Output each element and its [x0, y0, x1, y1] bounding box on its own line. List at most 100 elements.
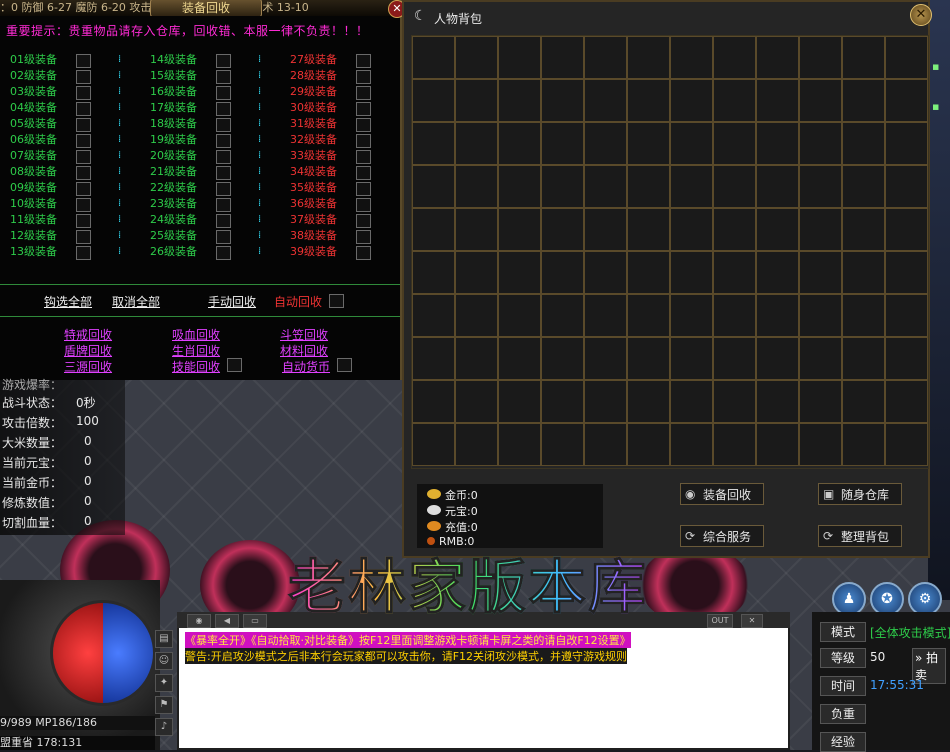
- equipment-level-checkbox[interactable]: [76, 54, 91, 68]
- sort-bag-button[interactable]: ⟳ 整理背包: [818, 525, 902, 547]
- equipment-level-checkbox[interactable]: [216, 214, 231, 228]
- bag-slot[interactable]: [412, 251, 455, 294]
- bag-slot[interactable]: [584, 423, 627, 466]
- bag-slot[interactable]: [756, 36, 799, 79]
- bag-slot[interactable]: [455, 122, 498, 165]
- equipment-level-checkbox[interactable]: [76, 70, 91, 84]
- bag-slot[interactable]: [670, 79, 713, 122]
- bag-slot[interactable]: [541, 423, 584, 466]
- bag-slot[interactable]: [799, 36, 842, 79]
- skill-icon[interactable]: ✦: [155, 674, 173, 692]
- bag-slot[interactable]: [713, 79, 756, 122]
- bag-slot[interactable]: [455, 165, 498, 208]
- equipment-recycle-button[interactable]: ◉ 装备回收: [680, 483, 764, 505]
- bag-slot[interactable]: [584, 122, 627, 165]
- bag-slot[interactable]: [541, 251, 584, 294]
- bag-slot[interactable]: [455, 79, 498, 122]
- bag-slot[interactable]: [713, 36, 756, 79]
- chat-body[interactable]: 《暴率全开》《自动拾取·对比装备》按F12里面调整游戏卡顿请卡屏之类的请自改F1…: [179, 628, 788, 748]
- equipment-level-checkbox[interactable]: [76, 134, 91, 148]
- bag-slot[interactable]: [842, 337, 885, 380]
- bag-slot[interactable]: [627, 208, 670, 251]
- equipment-level-checkbox[interactable]: [216, 54, 231, 68]
- bag-slot[interactable]: [498, 251, 541, 294]
- bag-slot[interactable]: [627, 337, 670, 380]
- bag-slot[interactable]: [756, 79, 799, 122]
- blood-recycle-link[interactable]: 吸血回收: [172, 326, 220, 343]
- bag-slot[interactable]: [713, 337, 756, 380]
- equipment-level-checkbox[interactable]: [216, 86, 231, 100]
- ring-recycle-link[interactable]: 特戒回收: [64, 326, 112, 343]
- bag-slot[interactable]: [541, 294, 584, 337]
- bag-slot[interactable]: [842, 380, 885, 423]
- character-round-button[interactable]: ♟: [832, 582, 866, 616]
- equipment-level-checkbox[interactable]: [356, 166, 371, 180]
- bag-slot[interactable]: [412, 165, 455, 208]
- bag-slot[interactable]: [584, 380, 627, 423]
- equipment-level-checkbox[interactable]: [356, 182, 371, 196]
- equipment-level-checkbox[interactable]: [356, 134, 371, 148]
- bag-slot[interactable]: [799, 423, 842, 466]
- bag-slot[interactable]: [713, 208, 756, 251]
- bag-slot[interactable]: [541, 208, 584, 251]
- manual-recycle-link[interactable]: 手动回收: [208, 293, 256, 310]
- shield-recycle-link[interactable]: 盾牌回收: [64, 342, 112, 359]
- equipment-level-checkbox[interactable]: [216, 182, 231, 196]
- bag-slot[interactable]: [885, 337, 928, 380]
- bag-slot[interactable]: [412, 423, 455, 466]
- bag-slot[interactable]: [584, 208, 627, 251]
- bag-slot[interactable]: [412, 79, 455, 122]
- equipment-level-checkbox[interactable]: [356, 54, 371, 68]
- bag-slot[interactable]: [670, 251, 713, 294]
- skill-recycle-checkbox[interactable]: [227, 358, 242, 372]
- bag-slot[interactable]: [498, 122, 541, 165]
- equipment-level-checkbox[interactable]: [216, 246, 231, 260]
- bag-slot[interactable]: [756, 122, 799, 165]
- bag-slot[interactable]: [799, 79, 842, 122]
- bag-slot[interactable]: [713, 380, 756, 423]
- bag-slot[interactable]: [885, 79, 928, 122]
- bag-slot[interactable]: [541, 380, 584, 423]
- bag-slot[interactable]: [842, 251, 885, 294]
- equipment-level-checkbox[interactable]: [216, 166, 231, 180]
- bag-slot[interactable]: [412, 380, 455, 423]
- equipment-level-checkbox[interactable]: [76, 166, 91, 180]
- equipment-level-checkbox[interactable]: [216, 198, 231, 212]
- bag-slot[interactable]: [412, 294, 455, 337]
- bag-slot[interactable]: [885, 294, 928, 337]
- equipment-level-checkbox[interactable]: [76, 150, 91, 164]
- bag-slot[interactable]: [842, 423, 885, 466]
- bag-slot[interactable]: [541, 36, 584, 79]
- equipment-level-checkbox[interactable]: [216, 70, 231, 84]
- bag-slot[interactable]: [756, 208, 799, 251]
- material-recycle-link[interactable]: 材料回收: [280, 342, 328, 359]
- service-button[interactable]: ⟳ 综合服务: [680, 525, 764, 547]
- bag-slot[interactable]: [627, 165, 670, 208]
- equipment-level-checkbox[interactable]: [216, 230, 231, 244]
- bag-slot[interactable]: [799, 122, 842, 165]
- bag-slot[interactable]: [713, 294, 756, 337]
- bag-slot[interactable]: [627, 251, 670, 294]
- bag-slot[interactable]: [756, 337, 799, 380]
- bag-slot[interactable]: [670, 208, 713, 251]
- bag-slot[interactable]: [541, 79, 584, 122]
- bag-slot[interactable]: [713, 251, 756, 294]
- equipment-level-checkbox[interactable]: [216, 134, 231, 148]
- equipment-level-checkbox[interactable]: [76, 230, 91, 244]
- bag-slot[interactable]: [885, 122, 928, 165]
- bag-slot[interactable]: [670, 165, 713, 208]
- bag-slot[interactable]: [498, 380, 541, 423]
- bag-slot[interactable]: [670, 423, 713, 466]
- bag-slot[interactable]: [627, 79, 670, 122]
- bag-slot[interactable]: [455, 294, 498, 337]
- bag-slot[interactable]: [455, 380, 498, 423]
- bag-slot[interactable]: [885, 208, 928, 251]
- auto-recycle-checkbox[interactable]: [329, 294, 344, 308]
- bag-slot[interactable]: [756, 380, 799, 423]
- eye-icon[interactable]: ◉: [187, 614, 211, 628]
- bag-slot[interactable]: [455, 36, 498, 79]
- select-all-link[interactable]: 钩选全部: [44, 293, 92, 310]
- bag-slot[interactable]: [842, 208, 885, 251]
- bag-slot[interactable]: [842, 79, 885, 122]
- bag-slot[interactable]: [412, 36, 455, 79]
